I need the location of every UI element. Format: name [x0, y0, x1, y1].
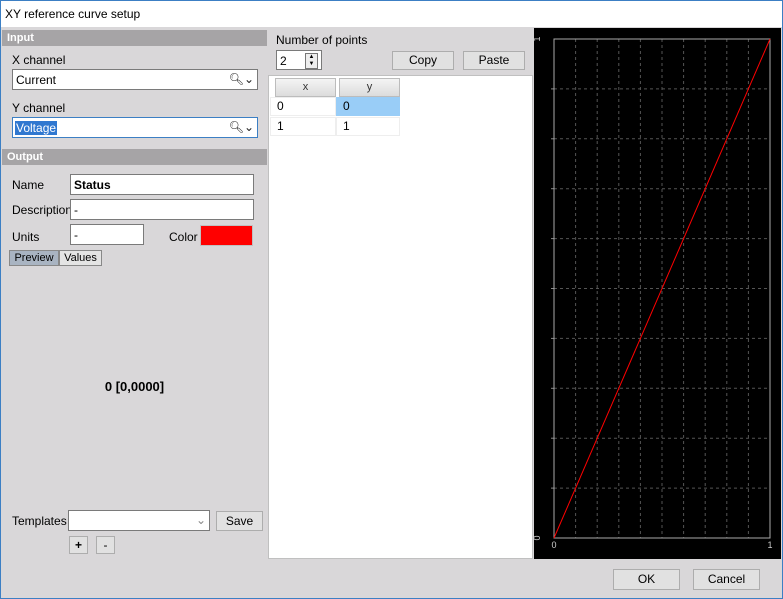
- y-tick-label: 0: [534, 535, 542, 540]
- chevron-down-icon[interactable]: ⌄: [196, 513, 206, 527]
- y-channel-label: Y channel: [12, 101, 66, 115]
- input-section-header: Input: [2, 30, 267, 46]
- spinner-arrows-icon[interactable]: ▲ ▼: [305, 53, 318, 69]
- points-count-label: Number of points: [276, 33, 368, 47]
- units-value: -: [74, 228, 78, 242]
- templates-label: Templates: [12, 514, 67, 528]
- output-section-header: Output: [2, 149, 267, 165]
- cell-x[interactable]: 1: [270, 117, 336, 136]
- units-label: Units: [12, 230, 40, 244]
- y-tick-label: 1: [534, 36, 542, 41]
- output-header-label: Output: [7, 151, 44, 163]
- name-value: Status: [74, 178, 111, 192]
- paste-button[interactable]: Paste: [463, 51, 525, 70]
- window-title: XY reference curve setup: [5, 7, 141, 21]
- ok-button[interactable]: OK: [613, 569, 680, 590]
- cell-x[interactable]: 0: [270, 97, 336, 116]
- x-channel-label: X channel: [12, 53, 66, 67]
- units-field[interactable]: -: [70, 224, 144, 245]
- points-count-stepper[interactable]: 2 ▲ ▼: [276, 50, 322, 70]
- dialog-window: XY reference curve setup Input X channel…: [0, 0, 783, 599]
- remove-template-button[interactable]: -: [96, 536, 115, 554]
- x-tick-label: 1: [767, 540, 772, 550]
- preview-value: 0 [0,0000]: [104, 379, 165, 394]
- search-dropdown-icon[interactable]: 🔍︎⌄: [229, 120, 254, 134]
- cell-y[interactable]: 0: [336, 97, 400, 116]
- tab-preview[interactable]: Preview: [9, 250, 59, 266]
- name-field[interactable]: Status: [70, 174, 254, 195]
- description-label: Description: [12, 203, 73, 217]
- color-swatch[interactable]: [200, 225, 253, 246]
- description-field[interactable]: -: [70, 199, 254, 220]
- save-template-button[interactable]: Save: [216, 511, 263, 531]
- x-channel-value: Current: [16, 73, 57, 87]
- column-header-x[interactable]: x: [275, 78, 336, 97]
- points-count-value: 2: [280, 54, 287, 68]
- cancel-button[interactable]: Cancel: [693, 569, 760, 590]
- copy-button[interactable]: Copy: [392, 51, 454, 70]
- y-channel-combo[interactable]: Voltage 🔍︎⌄: [12, 117, 258, 138]
- column-header-y[interactable]: y: [339, 78, 400, 97]
- x-tick-label: 0: [551, 540, 556, 550]
- search-dropdown-icon[interactable]: 🔍︎⌄: [229, 72, 254, 86]
- curve-preview-chart: 0 1 0 1: [532, 28, 781, 559]
- chart-svg: 0 1 0 1: [532, 36, 773, 550]
- title-bar: XY reference curve setup: [1, 1, 782, 27]
- templates-combo[interactable]: ⌄: [68, 510, 210, 531]
- tab-values[interactable]: Values: [59, 250, 102, 266]
- y-channel-value: Voltage: [15, 121, 58, 135]
- x-channel-combo[interactable]: Current 🔍︎⌄: [12, 69, 258, 90]
- cell-y[interactable]: 1: [336, 117, 400, 136]
- color-label: Color: [169, 230, 198, 244]
- description-value: -: [74, 203, 78, 217]
- input-header-label: Input: [7, 32, 34, 44]
- add-template-button[interactable]: +: [69, 536, 88, 554]
- name-label: Name: [12, 178, 45, 192]
- points-table: x y 0 0 1 1: [268, 75, 533, 559]
